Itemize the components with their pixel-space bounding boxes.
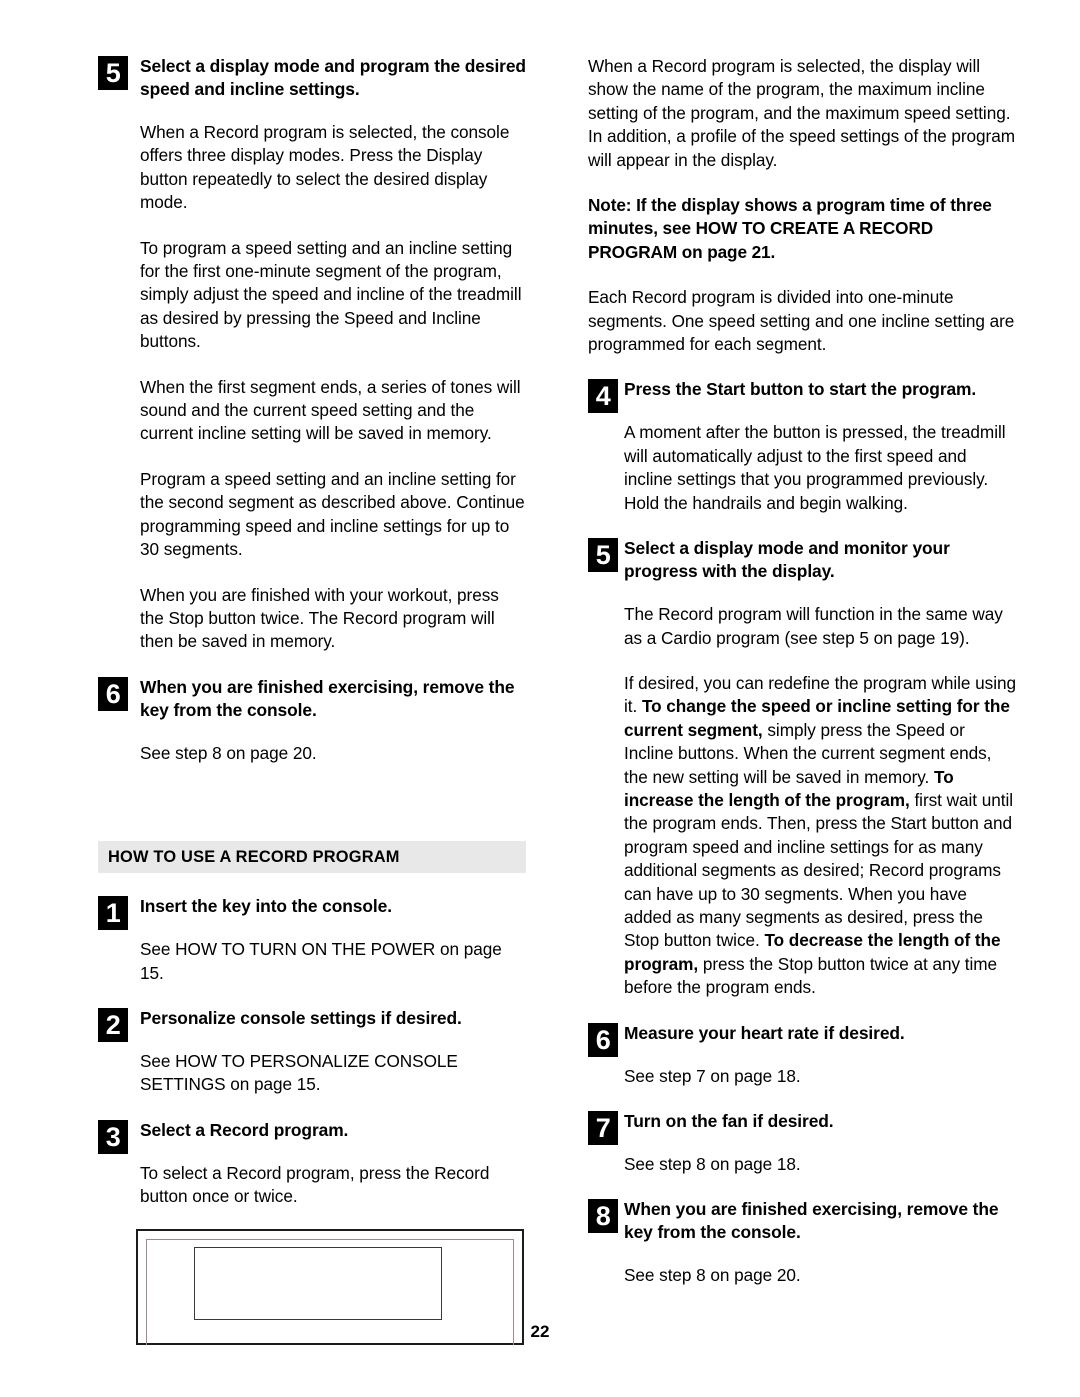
step-title: Press the Start button to start the prog… bbox=[624, 379, 977, 400]
step-title: Insert the key into the console. bbox=[140, 896, 392, 917]
step-number-badge: 6 bbox=[98, 676, 128, 711]
step-title: Select a display mode and monitor your p… bbox=[624, 538, 950, 582]
paragraph: See step 7 on page 18. bbox=[624, 1065, 801, 1086]
paragraph: When the first segment ends, a series of… bbox=[140, 376, 521, 444]
step-4-right: 4 Press the Start button to start the pr… bbox=[588, 378, 1016, 414]
step-3-left: 3 Select a Record program. bbox=[98, 1119, 526, 1154]
note-paragraph: Note: If the display shows a program tim… bbox=[588, 195, 992, 262]
redefine-paragraph: If desired, you can redefine the program… bbox=[588, 672, 1016, 1000]
page-number: 22 bbox=[530, 1322, 550, 1341]
step-title: Measure your heart rate if desired. bbox=[624, 1022, 905, 1043]
step-7-right: 7 Turn on the fan if desired. bbox=[588, 1110, 1016, 1145]
step-number-badge: 7 bbox=[588, 1111, 618, 1145]
step-2-left: 2 Personalize console settings if desire… bbox=[98, 1007, 526, 1042]
left-column: 5 Select a display mode and program the … bbox=[98, 55, 526, 1345]
step-title: Personalize console settings if desired. bbox=[140, 1007, 462, 1028]
step-number-badge: 4 bbox=[588, 379, 618, 414]
step-number-badge: 5 bbox=[588, 538, 618, 573]
step-number-badge: 3 bbox=[98, 1119, 128, 1154]
step-1-left: 1 Insert the key into the console. bbox=[98, 895, 526, 931]
step-title: When you are finished exercising, remove… bbox=[140, 676, 515, 720]
step-5-left: 5 Select a display mode and program the … bbox=[98, 55, 526, 101]
paragraph: See step 8 on page 20. bbox=[140, 742, 317, 763]
paragraph: See step 8 on page 18. bbox=[624, 1154, 801, 1174]
paragraph: When you are finished with your workout,… bbox=[140, 584, 499, 652]
step-number-badge: 2 bbox=[98, 1007, 128, 1042]
step-6-right: 6 Measure your heart rate if desired. bbox=[588, 1022, 1016, 1057]
manual-page: 5 Select a display mode and program the … bbox=[0, 0, 1080, 1397]
step-title: Select a Record program. bbox=[140, 1119, 349, 1140]
paragraph: See step 8 on page 20. bbox=[624, 1265, 801, 1286]
paragraph: Program a speed setting and an incline s… bbox=[140, 468, 525, 560]
step-number-badge: 8 bbox=[588, 1199, 618, 1234]
step-title: When you are finished exercising, remove… bbox=[624, 1199, 999, 1243]
redefine-text-3: first wait until the program ends. Then,… bbox=[624, 789, 1013, 951]
section-header-label: HOW TO USE A RECORD PROGRAM bbox=[108, 847, 400, 866]
paragraph: The Record program will function in the … bbox=[624, 604, 1003, 648]
paragraph: Each Record program is divided into one-… bbox=[588, 287, 1015, 355]
step-title: Turn on the fan if desired. bbox=[624, 1111, 834, 1131]
step-8-right: 8 When you are finished exercising, remo… bbox=[588, 1198, 1016, 1244]
paragraph: To select a Record program, press the Re… bbox=[140, 1162, 490, 1207]
step-number-badge: 5 bbox=[98, 56, 128, 90]
step-number-badge: 1 bbox=[98, 896, 128, 931]
paragraph: See HOW TO PERSONALIZE CONSOLE SETTINGS … bbox=[140, 1050, 458, 1095]
section-header-bar: HOW TO USE A RECORD PROGRAM bbox=[98, 841, 526, 874]
step-title: Select a display mode and program the de… bbox=[140, 56, 526, 99]
console-screen-area bbox=[194, 1246, 442, 1320]
paragraph: When a Record program is selected, the d… bbox=[588, 56, 1016, 170]
step-6-left: 6 When you are finished exercising, remo… bbox=[98, 676, 526, 722]
right-column: When a Record program is selected, the d… bbox=[588, 55, 1016, 1310]
paragraph: To program a speed setting and an inclin… bbox=[140, 237, 522, 352]
step-5-right: 5 Select a display mode and monitor your… bbox=[588, 537, 1016, 583]
step-number-badge: 6 bbox=[588, 1022, 618, 1057]
paragraph: A moment after the button is pressed, th… bbox=[624, 422, 1006, 513]
paragraph: See HOW TO TURN ON THE POWER on page 15. bbox=[140, 939, 502, 983]
paragraph: When a Record program is selected, the c… bbox=[140, 122, 510, 213]
